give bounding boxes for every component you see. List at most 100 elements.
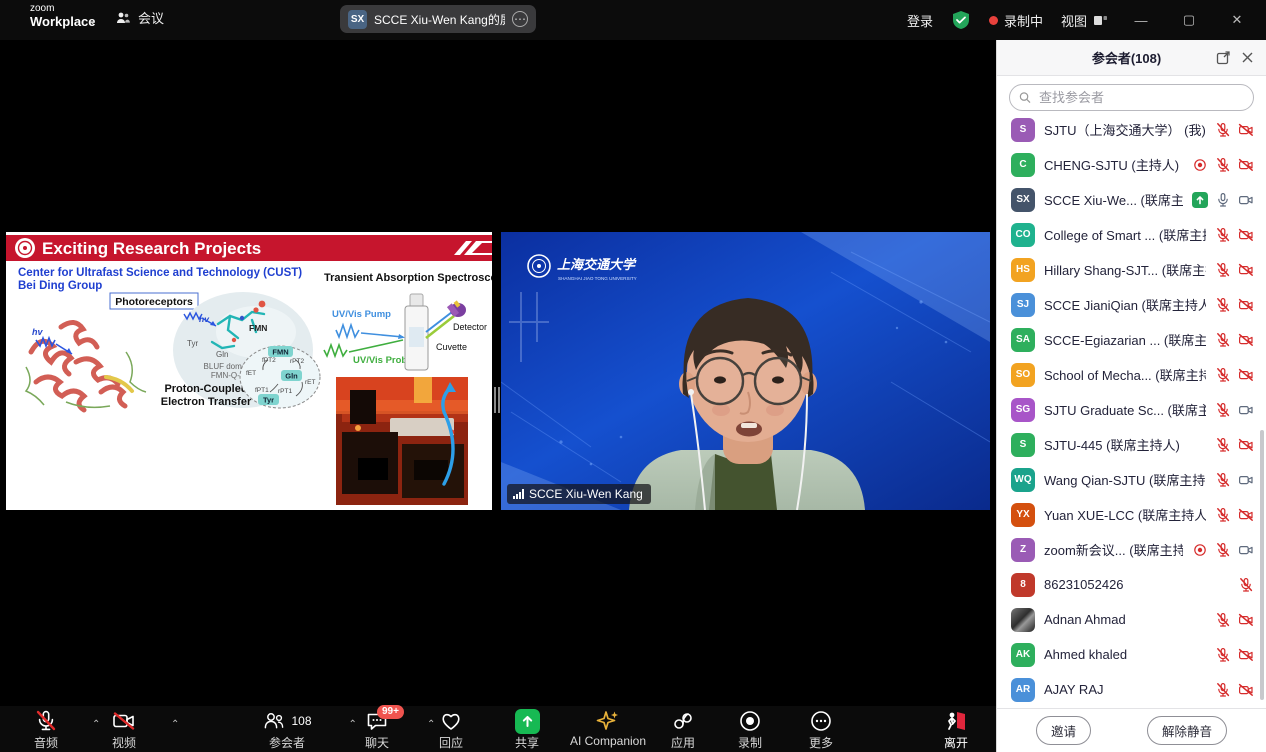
participant-row[interactable]: SA SCCE-Egiazarian ... (联席主持人) xyxy=(997,322,1266,357)
participant-row[interactable]: HS Hillary Shang-SJT... (联席主持人) xyxy=(997,252,1266,287)
video-button[interactable]: ⌃ 视频 xyxy=(78,709,170,751)
participant-row[interactable]: S SJTU（上海交通大学） (我) xyxy=(997,112,1266,147)
participant-avatar: HS xyxy=(1011,258,1035,282)
participant-recording-icon xyxy=(1192,542,1208,558)
participant-recording-icon xyxy=(1192,157,1208,173)
participant-avatar: 8 xyxy=(1011,573,1035,597)
participant-name: Adnan Ahmad xyxy=(1044,612,1206,627)
slide-pump-label: UV/Vis Pump xyxy=(332,309,391,320)
participant-row[interactable]: C CHENG-SJTU (主持人) xyxy=(997,147,1266,182)
mic-muted-icon xyxy=(1215,542,1231,558)
shared-screen-slide: Exciting Research Projects Center for Ul… xyxy=(6,232,492,510)
camera-on-icon xyxy=(1238,192,1254,208)
popout-icon[interactable] xyxy=(1216,50,1231,65)
camera-off-icon xyxy=(1238,262,1254,278)
sjtu-logo-cn: 上海交通大学 xyxy=(557,257,637,272)
participant-row[interactable]: CO College of Smart ... (联席主持人) xyxy=(997,217,1266,252)
cycle-fet: fET xyxy=(246,370,256,377)
participant-search[interactable] xyxy=(1009,84,1254,111)
speaker-name-label: SCCE Xiu-Wen Kang xyxy=(529,487,643,501)
leave-meeting-icon xyxy=(943,709,969,733)
mic-muted-icon xyxy=(1215,437,1231,453)
search-input[interactable] xyxy=(1037,89,1244,106)
mic-muted-icon xyxy=(1238,577,1254,593)
participant-avatar: Z xyxy=(1011,538,1035,562)
participant-row[interactable]: WQ Wang Qian-SJTU (联席主持人) xyxy=(997,462,1266,497)
participant-name: College of Smart ... (联席主持人) xyxy=(1044,225,1206,244)
participant-row[interactable]: SG SJTU Graduate Sc... (联席主持人) xyxy=(997,392,1266,427)
recording-label: 录制中 xyxy=(1004,11,1043,30)
stage-split-drag-handle[interactable] xyxy=(493,385,501,415)
mic-muted-icon xyxy=(1215,472,1231,488)
recording-indicator: 录制中 xyxy=(989,11,1043,30)
video-stage: Exciting Research Projects Center for Ul… xyxy=(0,40,996,706)
participant-avatar: S xyxy=(1011,433,1035,457)
camera-off-icon xyxy=(1238,647,1254,663)
participant-row[interactable]: Adnan Ahmad xyxy=(997,602,1266,637)
speaker-video: 上海交通大学 SHANGHAI JIAO TONG UNIVERSITY xyxy=(501,232,990,510)
participant-avatar: WQ xyxy=(1011,468,1035,492)
tab-meetings[interactable]: 会议 xyxy=(115,8,164,27)
participant-row[interactable]: S SJTU-445 (联席主持人) xyxy=(997,427,1266,462)
mic-muted-icon xyxy=(1215,227,1231,243)
close-button[interactable]: ✕ xyxy=(1222,12,1252,28)
participant-row[interactable]: SO School of Mecha... (联席主持人) xyxy=(997,357,1266,392)
slide-tas-title: Transient Absorption Spectroscopy xyxy=(324,272,492,284)
mic-on-icon xyxy=(1215,192,1231,208)
more-button[interactable]: 更多 xyxy=(775,709,867,751)
minimize-button[interactable]: — xyxy=(1126,13,1156,28)
chevron-down-icon[interactable]: ⌄ xyxy=(88,14,98,24)
camera-off-icon xyxy=(1238,332,1254,348)
participant-name: SCCE-Egiazarian ... (联席主持人) xyxy=(1044,330,1206,349)
mic-muted-icon xyxy=(34,709,58,733)
mic-muted-icon xyxy=(1215,332,1231,348)
participant-list: S SJTU（上海交通大学） (我) xyxy=(997,112,1266,708)
participant-row[interactable]: YX Yuan XUE-LCC (联席主持人) xyxy=(997,497,1266,532)
participants-button[interactable]: 108 ⌃ 参会者 xyxy=(227,709,347,751)
participant-name: Wang Qian-SJTU (联席主持人) xyxy=(1044,470,1206,489)
slide-fmn-label: FMN xyxy=(249,323,267,333)
mic-muted-icon xyxy=(1215,297,1231,313)
slide-cust-line: Center for Ultrafast Science and Technol… xyxy=(18,267,302,279)
security-shield-icon[interactable] xyxy=(951,10,971,30)
participant-row[interactable]: SJ SCCE JianiQian (联席主持人) xyxy=(997,287,1266,322)
panel-scrollbar-thumb[interactable] xyxy=(1260,430,1264,700)
unmute-all-button[interactable]: 解除静音 xyxy=(1147,716,1227,745)
mic-muted-icon xyxy=(1215,122,1231,138)
active-screen-share-tab[interactable]: SX SCCE Xiu-Wen Kang的屏幕 ⋯ xyxy=(340,5,536,33)
participant-avatar: AR xyxy=(1011,678,1035,702)
camera-off-icon xyxy=(1238,122,1254,138)
participant-avatar: SO xyxy=(1011,363,1035,387)
camera-off-icon xyxy=(1238,227,1254,243)
leave-button[interactable]: 离开 xyxy=(910,709,1002,751)
participant-name: zoom新会议... (联席主持人) xyxy=(1044,540,1183,559)
signin-button[interactable]: 登录 xyxy=(907,11,933,30)
participant-row[interactable]: AK Ahmed khaled xyxy=(997,637,1266,672)
participant-avatar: C xyxy=(1011,153,1035,177)
participant-name: Ahmed khaled xyxy=(1044,647,1206,662)
maximize-button[interactable]: ▢ xyxy=(1174,12,1204,28)
camera-off-icon xyxy=(1238,297,1254,313)
participant-row[interactable]: Z zoom新会议... (联席主持人) xyxy=(997,532,1266,567)
mic-muted-icon xyxy=(1215,647,1231,663)
mic-muted-icon xyxy=(1215,402,1231,418)
participant-avatar: SJ xyxy=(1011,293,1035,317)
participant-row[interactable]: SX SCCE Xiu-We... (联席主持人) xyxy=(997,182,1266,217)
heart-icon xyxy=(439,709,463,733)
mic-muted-icon xyxy=(1215,612,1231,628)
invite-button[interactable]: 邀请 xyxy=(1036,716,1091,745)
participant-avatar xyxy=(1011,608,1035,632)
sparkle-icon xyxy=(595,709,621,733)
apps-icon xyxy=(671,709,695,733)
tab-avatar: SX xyxy=(348,10,367,29)
video-options-chevron[interactable]: ⌃ xyxy=(171,719,179,730)
close-panel-icon[interactable] xyxy=(1241,51,1254,64)
participant-name: SJTU-445 (联席主持人) xyxy=(1044,435,1206,454)
participant-avatar: SA xyxy=(1011,328,1035,352)
logo-zoom-text: zoom xyxy=(30,4,96,14)
participant-row[interactable]: AR AJAY RAJ xyxy=(997,672,1266,707)
participant-row[interactable]: 8 86231052426 xyxy=(997,567,1266,602)
tab-options-icon[interactable]: ⋯ xyxy=(512,11,528,27)
mic-muted-icon xyxy=(1215,367,1231,383)
view-button[interactable]: 视图 xyxy=(1061,11,1108,30)
